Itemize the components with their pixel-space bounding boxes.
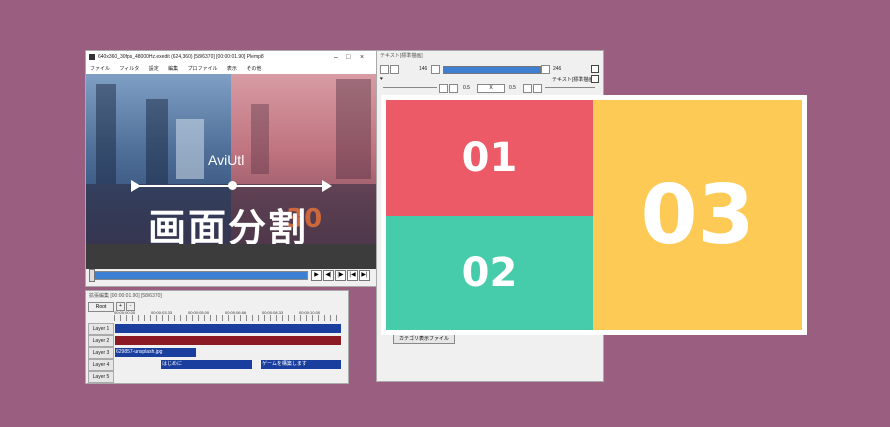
- cell-03: 03: [593, 100, 802, 330]
- menu-bar: ファイル フィルタ 設定 編集 プロファイル 表示 その他: [86, 64, 376, 74]
- heart-icon: ♥: [380, 76, 383, 82]
- param-slider[interactable]: [383, 87, 437, 88]
- cell-02: 02: [386, 216, 593, 330]
- param-button[interactable]: [533, 84, 542, 93]
- param-left-value: 0.5: [463, 85, 470, 91]
- checkbox-label: テキスト[標準描画]: [552, 77, 595, 83]
- main-window: 640x360_30fps_48000Hz.exedit (624,360) […: [85, 50, 377, 287]
- next-frame-button[interactable]: |▶: [335, 270, 346, 281]
- seek-handle[interactable]: [89, 269, 95, 282]
- title-bar: 640x360_30fps_48000Hz.exedit (624,360) […: [86, 51, 376, 64]
- timeline-clip[interactable]: 629857-unsplash.jpg: [115, 348, 196, 357]
- timeline-clip[interactable]: [115, 324, 341, 333]
- timeline-clip[interactable]: ゲームを構築します: [261, 360, 341, 369]
- param-button[interactable]: [523, 84, 532, 93]
- menu-profile[interactable]: プロファイル: [188, 66, 218, 72]
- arrow-dot: [228, 181, 237, 190]
- checkbox[interactable]: [591, 65, 599, 73]
- menu-filter[interactable]: フィルタ: [119, 66, 139, 72]
- arrow-tail-icon: [131, 180, 141, 192]
- menu-view[interactable]: 表示: [227, 66, 237, 72]
- param-button[interactable]: [439, 84, 448, 93]
- prev-button[interactable]: [380, 65, 389, 74]
- param-button[interactable]: [449, 84, 458, 93]
- arrow-head-icon: [322, 180, 332, 192]
- arrow-line: [131, 185, 323, 187]
- layer-label[interactable]: Layer 3: [88, 347, 114, 359]
- play-button[interactable]: ▶: [311, 270, 322, 281]
- root-button[interactable]: Root: [88, 302, 114, 312]
- overlay-title: 画面分割: [148, 206, 309, 244]
- layer-label[interactable]: Layer 4: [88, 359, 114, 371]
- minimize-button[interactable]: –: [334, 51, 338, 64]
- category-button[interactable]: カテゴリ表示ファイル: [393, 334, 455, 344]
- slider-left-value: 146: [419, 66, 428, 72]
- next-button[interactable]: [390, 65, 399, 74]
- layer-label[interactable]: Layer 1: [88, 323, 114, 335]
- menu-settings[interactable]: 設定: [149, 66, 159, 72]
- time-ruler[interactable]: [114, 315, 342, 321]
- slider-right-value: 246: [553, 66, 562, 72]
- slider-left-button[interactable]: [431, 65, 440, 74]
- close-button[interactable]: ×: [360, 51, 364, 64]
- overlay-label: AviUtl: [208, 152, 245, 168]
- param-input[interactable]: X: [477, 84, 505, 93]
- frame-slider[interactable]: [443, 66, 541, 74]
- text-window-title: テキスト[標準描画]: [380, 53, 423, 59]
- go-end-button[interactable]: ▶|: [359, 270, 370, 281]
- menu-other[interactable]: その他: [246, 66, 261, 72]
- cell-01: 01: [386, 100, 593, 216]
- video-preview: 30 AviUtl 画面分割: [86, 74, 376, 244]
- seek-bar[interactable]: [91, 271, 308, 280]
- video-bottom-strip: [86, 244, 376, 269]
- timeline-title: 拡張編集 [00:00:01.90] [58/6370]: [89, 293, 162, 299]
- checkbox[interactable]: [591, 75, 599, 83]
- split-screen-card: 01 02 03: [381, 95, 807, 335]
- menu-edit[interactable]: 編集: [168, 66, 178, 72]
- timeline-window: 拡張編集 [00:00:01.90] [58/6370] Root + - 00…: [85, 290, 349, 384]
- window-title: 640x360_30fps_48000Hz.exedit (624,360) […: [98, 54, 264, 60]
- layer-label[interactable]: Layer 2: [88, 335, 114, 347]
- prev-frame-button[interactable]: ◀|: [323, 270, 334, 281]
- timeline-clip[interactable]: はじめに: [161, 360, 252, 369]
- menu-file[interactable]: ファイル: [90, 66, 110, 72]
- maximize-button[interactable]: □: [346, 51, 350, 64]
- param-right-value: 0.5: [509, 85, 516, 91]
- timeline-clip[interactable]: [115, 336, 341, 345]
- slider-right-button[interactable]: [541, 65, 550, 74]
- app-icon: [89, 54, 95, 60]
- go-start-button[interactable]: |◀: [347, 270, 358, 281]
- layer-label[interactable]: Layer 5: [88, 371, 114, 383]
- param-slider[interactable]: [545, 87, 595, 88]
